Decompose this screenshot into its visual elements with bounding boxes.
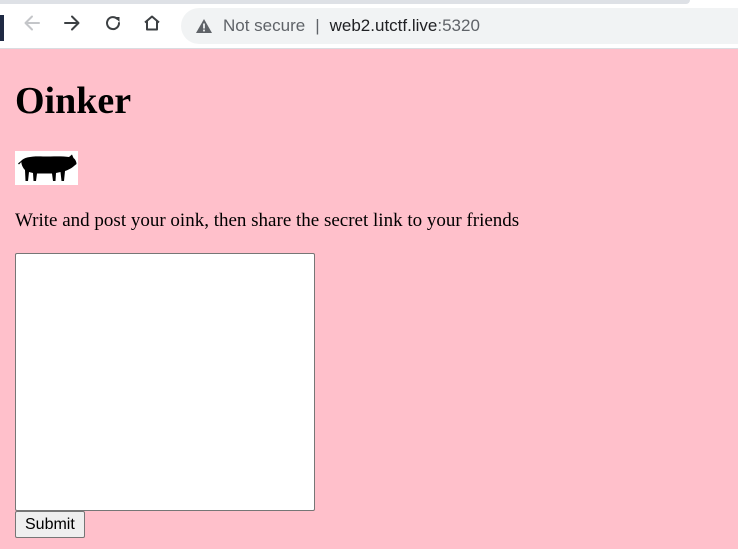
url-separator: |: [315, 16, 320, 35]
url-host[interactable]: web2.utctf.live: [330, 16, 438, 36]
back-arrow-icon: [22, 13, 42, 33]
url-port[interactable]: :5320: [437, 16, 480, 36]
security-status-label[interactable]: Not secure: [223, 16, 305, 36]
page-title: Oinker: [15, 80, 132, 122]
forward-button[interactable]: [57, 8, 87, 38]
oink-textarea[interactable]: [15, 253, 315, 511]
warning-icon[interactable]: [195, 17, 213, 35]
window-edge: [0, 15, 4, 41]
reload-icon: [103, 13, 123, 33]
instructions-text: Write and post your oink, then share the…: [15, 210, 520, 231]
back-button[interactable]: [17, 8, 47, 38]
home-button[interactable]: [137, 8, 167, 38]
address-bar[interactable]: Not secure | web2.utctf.live:5320: [181, 8, 738, 44]
tab-strip: [0, 0, 690, 4]
submit-button[interactable]: Submit: [15, 511, 85, 538]
pig-silhouette-icon: [18, 154, 77, 181]
pig-image: [15, 151, 78, 185]
page-content: Oinker Write and post your oink, then sh…: [0, 49, 738, 549]
forward-arrow-icon: [62, 13, 82, 33]
home-icon: [142, 13, 162, 33]
reload-button[interactable]: [98, 8, 128, 38]
browser-toolbar: Not secure | web2.utctf.live:5320: [0, 0, 738, 49]
